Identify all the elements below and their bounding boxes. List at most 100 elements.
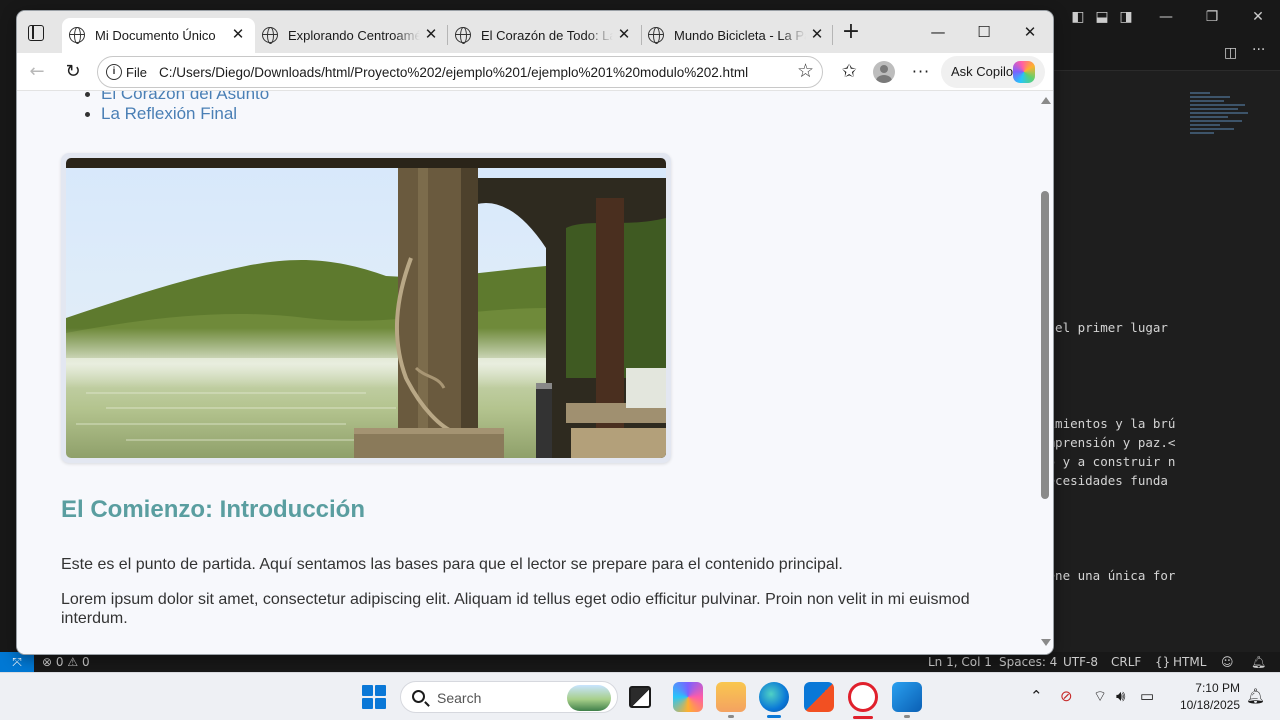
running-indicator [728,715,734,718]
search-highlight-image [567,685,611,711]
scheme-chip: File [126,65,147,80]
section-title: El Comienzo: Introducción [61,496,365,523]
copilot-logo-icon [1013,61,1035,83]
notification-center-icon[interactable]: 🔔︎ [1246,687,1265,707]
volume-icon[interactable]: 🔊︎ [1116,687,1125,707]
tab-title: Mi Documento Único [95,28,216,43]
tab-separator [832,25,833,45]
running-indicator [904,715,910,718]
vscode-close-icon[interactable]: ✕ [1250,9,1266,25]
problems-indicator[interactable]: ⊗ 0 ⚠ 0 [42,654,90,670]
cursor-position[interactable]: Ln 1, Col 1 [928,654,992,670]
code-line: iene una única for [1040,568,1176,583]
maximize-button[interactable]: ☐ [961,19,1007,45]
split-editor-icon[interactable]: ◫ [1224,45,1237,61]
ask-copilot-button[interactable]: Ask Copilot [941,56,1045,88]
remote-indicator-icon[interactable]: ⤧ [0,652,34,672]
vscode-status-bar: ⤧ ⊗ 0 ⚠ 0 Ln 1, Col 1 Spaces: 4 UTF-8 CR… [0,652,1280,672]
notifications-bell-icon[interactable]: 🔔︎ [1251,654,1266,670]
date: 10/18/2025 [1179,698,1240,712]
tab-actions-menu-icon[interactable] [25,22,47,44]
tab-title: Explorando Centroamérica [288,28,420,43]
edge-icon[interactable] [759,682,789,718]
warning-count: 0 [81,655,90,669]
refresh-button[interactable]: ↻ [59,58,87,86]
code-line: s el primer lugar [1040,320,1168,335]
scroll-up-arrow-icon[interactable] [1041,97,1051,104]
new-tab-button[interactable]: + [839,21,863,45]
file-explorer-icon[interactable] [716,682,746,718]
page-viewport[interactable]: El Corazón del Asunto La Reflexión Final [17,91,1053,654]
close-tab-icon[interactable]: ✕ [615,26,633,44]
error-count: 0 [55,655,64,669]
toggle-sidebar-icon[interactable]: ◧ [1070,9,1086,25]
scroll-down-arrow-icon[interactable] [1041,639,1051,646]
windows-start-icon[interactable] [362,685,386,709]
hero-image [66,158,666,458]
battery-icon[interactable]: ▭ [1140,687,1154,707]
close-window-button[interactable]: ✕ [1007,19,1053,45]
tab-explorando-centroamerica[interactable]: Explorando Centroamérica ✕ [255,18,448,53]
opera-icon[interactable] [848,682,878,719]
vscode-restore-icon[interactable]: ❐ [1204,9,1220,25]
close-tab-icon[interactable]: ✕ [422,26,440,44]
tab-el-corazon[interactable]: El Corazón de Todo: La Fase Final ✕ [448,18,641,53]
tab-mi-documento[interactable]: Mi Documento Único ✕ [62,18,255,53]
microsoft-365-icon[interactable] [673,682,703,712]
security-alert-icon[interactable]: ⊘ [1060,687,1073,707]
warning-icon: ⚠ [67,655,79,669]
close-tab-icon[interactable]: ✕ [808,26,826,44]
close-tab-icon[interactable]: ✕ [229,26,247,44]
globe-icon [648,27,664,44]
vscode-minimize-icon[interactable]: — [1158,9,1174,25]
add-favorite-star-icon[interactable]: ☆ [797,61,814,83]
page-scrollbar[interactable] [1037,91,1053,654]
task-view-icon[interactable] [629,686,651,708]
language-mode[interactable]: HTML [1173,654,1206,670]
scroll-thumb[interactable] [1041,191,1049,499]
paragraph: Lorem ipsum dolor sit amet, consectetur … [61,591,970,627]
copilot-status-icon[interactable]: ☺ [1221,654,1234,670]
active-indicator [767,715,781,718]
tab-title: El Corazón de Todo: La Fase Final [481,28,613,43]
globe-icon [262,27,278,44]
toc-link[interactable]: La Reflexión Final [85,104,269,124]
toc-link[interactable]: El Corazón del Asunto [85,91,269,104]
code-line: omprensión y paz.< [1040,435,1176,450]
minimize-button[interactable]: — [915,19,961,45]
wifi-icon[interactable]: ⌔ [1093,687,1107,707]
encoding[interactable]: UTF-8 [1063,654,1098,670]
browser-toolbar: ← ↻ i File C:/Users/Diego/Downloads/html… [17,53,1053,91]
browser-window: Mi Documento Único ✕ Explorando Centroam… [17,11,1053,654]
toggle-secondary-sidebar-icon[interactable]: ◨ [1118,9,1134,25]
profile-avatar[interactable] [873,61,895,83]
vscode-icon[interactable] [892,682,922,718]
tab-mundo-bicicleta[interactable]: Mundo Bicicleta - La Pasión ✕ [641,18,834,53]
copilot-label: Ask Copilot [951,64,1017,79]
more-actions-icon[interactable]: ··· [1252,42,1265,58]
tab-title: Mundo Bicicleta - La Pasión [674,28,806,43]
taskbar: Search ⌃ ⊘ ⌔ 🔊︎ ▭ 7:10 PM 10/18/2025 🔔︎ [0,672,1280,720]
back-button[interactable]: ← [23,58,51,86]
url-text[interactable]: C:/Users/Diego/Downloads/html/Proyecto%2… [159,64,748,82]
line-endings[interactable]: CRLF [1111,654,1141,670]
active-indicator [853,716,873,719]
microsoft-store-icon[interactable] [804,682,834,712]
show-hidden-icons-chevron-icon[interactable]: ⌃ [1030,687,1043,707]
clock[interactable]: 7:10 PM 10/18/2025 [1170,680,1240,714]
globe-icon [69,27,85,44]
table-of-contents: El Corazón del Asunto La Reflexión Final [85,91,269,124]
favorites-button[interactable]: ✩ [835,58,863,86]
code-line: do y a construir n [1040,454,1176,469]
indentation[interactable]: Spaces: 4 [999,654,1057,670]
toggle-panel-icon[interactable]: ⬓ [1094,9,1110,25]
info-icon[interactable]: i [106,64,122,80]
address-bar[interactable]: i File C:/Users/Diego/Downloads/html/Pro… [97,56,823,88]
minimap[interactable] [1190,90,1250,170]
code-line: necesidades funda [1040,473,1168,488]
settings-more-button[interactable]: ··· [907,58,935,86]
taskbar-search[interactable]: Search [400,681,618,713]
code-line: cimientos y la brú [1040,416,1176,431]
code-editor[interactable]: s el primer lugar cimientos y la brú omp… [1040,110,1190,630]
time: 7:10 PM [1195,681,1240,695]
